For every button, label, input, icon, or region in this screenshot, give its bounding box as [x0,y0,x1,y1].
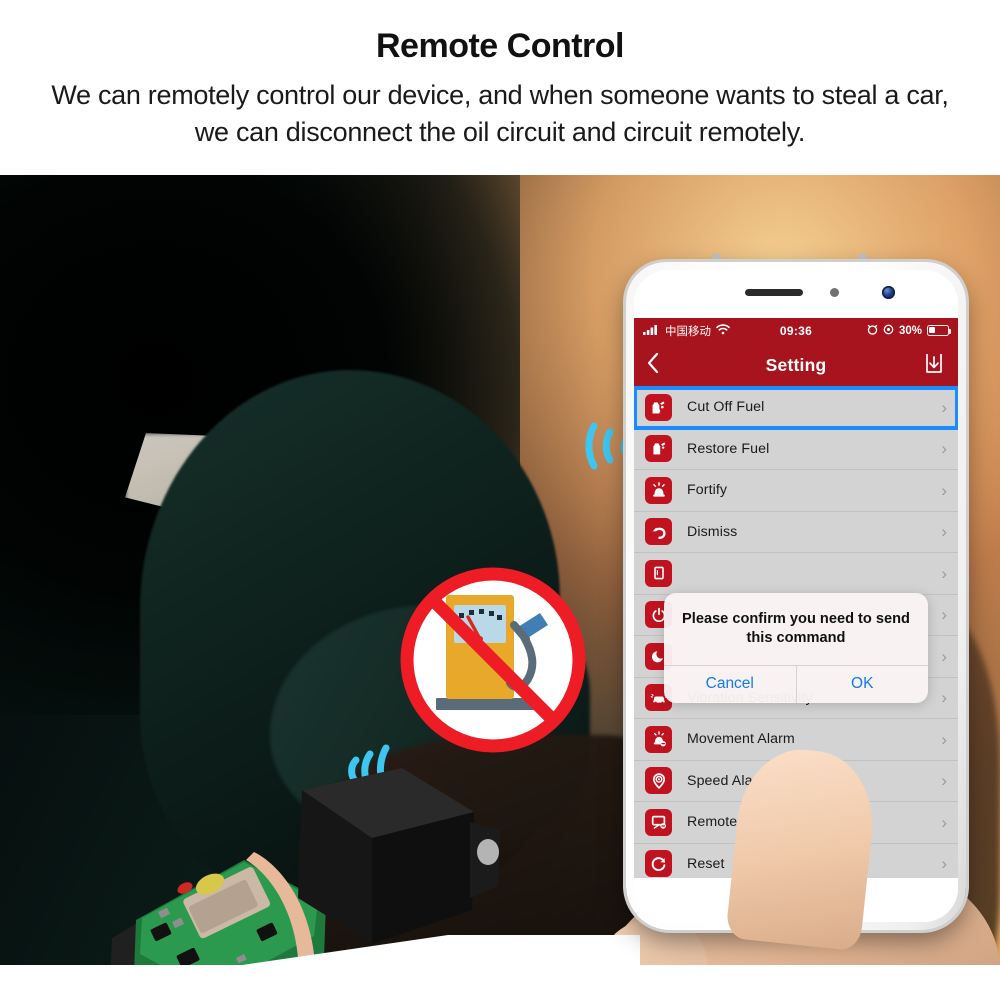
battery-percent-label: 30% [898,324,922,337]
chevron-right-icon: › [941,646,947,666]
chevron-left-icon[interactable] [646,352,659,379]
chevron-right-icon: › [941,439,947,459]
list-item-label: Reset [687,855,725,872]
page-root: Remote Control We can remotely control o… [0,0,1000,1000]
carrier-label: 中国移动 [665,325,711,338]
chevron-right-icon: › [941,605,947,625]
no-fuel-prohibition-icon [398,565,588,755]
ok-button[interactable]: OK [795,665,929,703]
antenna-line-left [712,254,721,259]
gps-relay-tracker-device [30,760,500,965]
status-bar-left: 中国移动 [643,323,730,339]
list-item-label: Movement Alarm [687,731,795,748]
page-title: Remote Control [376,27,625,65]
alarm-bell-icon [645,725,672,753]
list-item-label: Dismiss [687,523,738,540]
banner: Remote Control We can remotely control o… [0,0,1000,175]
app-navigation-bar: Setting [634,343,958,387]
chevron-right-icon: › [941,729,947,749]
phone-top-bezel [634,270,958,318]
earpiece-speaker [745,289,803,296]
wifi-icon [716,323,730,338]
location-services-icon [883,324,894,338]
list-item-hidden-1[interactable]: › [634,553,958,595]
fuel-restore-icon [645,435,672,463]
front-camera-icon [882,286,895,299]
list-item-restore-fuel[interactable]: Restore Fuel › [634,428,958,470]
chevron-right-icon: › [941,688,947,708]
undo-arrow-icon [645,518,672,546]
antenna-line-right [858,254,867,259]
dialog-buttons: Cancel OK [664,664,929,703]
list-item-fortify[interactable]: Fortify › [634,470,958,512]
list-item-label: Restore Fuel [687,440,770,457]
location-pin-icon [645,767,672,795]
chevron-right-icon: › [941,397,947,417]
screen-title: Setting [765,354,827,375]
chevron-right-icon: › [941,812,947,832]
chevron-right-icon: › [941,854,947,874]
chevron-right-icon: › [941,771,947,791]
list-item-label: Fortify [687,482,728,499]
chevron-right-icon: › [941,563,947,583]
chevron-right-icon: › [941,480,947,500]
siren-icon [645,476,672,504]
signal-bars-icon [643,324,660,338]
monitor-reboot-icon [645,808,672,836]
dialog-message: Please confirm you need to send this com… [682,611,910,647]
fuel-cut-icon [645,393,672,421]
page-subtitle: We can remotely control our device, and … [51,80,949,147]
reset-icon [645,850,672,878]
download-inbox-icon[interactable] [922,351,946,380]
cancel-button[interactable]: Cancel [664,666,796,703]
document-icon [645,559,672,587]
alarm-clock-icon [867,324,878,338]
hero-photo: 中国移动 09:36 30% Setting Cut Off Fuel › Re… [0,175,1000,965]
battery-icon [927,325,952,336]
list-item-label: Cut Off Fuel [687,399,765,416]
list-item-dismiss[interactable]: Dismiss › [634,511,958,553]
confirm-dialog: Please confirm you need to send this com… [664,593,928,703]
proximity-sensor [830,288,839,297]
status-bar-clock: 09:36 [779,323,813,338]
status-bar: 中国移动 09:36 30% [634,318,958,343]
status-bar-right: 30% [867,324,952,338]
chevron-right-icon: › [941,522,947,542]
list-item-cut-off-fuel[interactable]: Cut Off Fuel › [634,386,958,430]
